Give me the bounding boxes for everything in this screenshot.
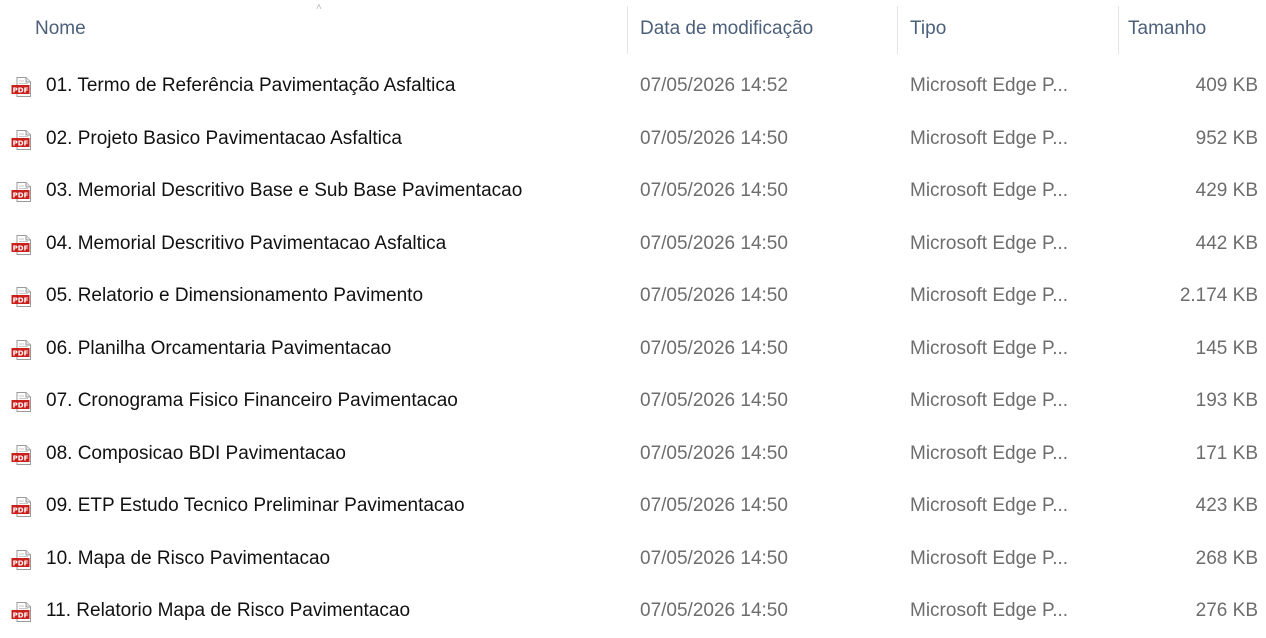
file-type: Microsoft Edge P... — [910, 600, 1069, 621]
svg-text:PDF: PDF — [13, 86, 29, 94]
file-date-modified: 07/05/2026 14:50 — [640, 547, 788, 569]
file-type: Microsoft Edge P... — [910, 285, 1069, 306]
pdf-file-icon: PDF — [11, 129, 33, 150]
file-date-modified: 07/05/2026 14:50 — [640, 127, 788, 149]
file-name[interactable]: 10. Mapa de Risco Pavimentacao — [46, 533, 636, 586]
svg-text:PDF: PDF — [13, 349, 29, 357]
file-name[interactable]: 02. Projeto Basico Pavimentacao Asfaltic… — [46, 113, 636, 166]
file-size: 952 KB — [1195, 127, 1258, 149]
file-row[interactable]: PDF 05. Relatorio e Dimensionamento Pavi… — [0, 270, 1266, 323]
file-date-modified: 07/05/2026 14:52 — [640, 75, 788, 96]
svg-text:PDF: PDF — [13, 296, 29, 304]
file-name[interactable]: 11. Relatorio Mapa de Risco Pavimentacao — [46, 585, 636, 638]
file-date-modified: 07/05/2026 14:50 — [640, 495, 788, 516]
file-date-modified: 07/05/2026 14:50 — [640, 442, 788, 464]
file-size: 268 KB — [1195, 547, 1258, 569]
file-type: Microsoft Edge P... — [910, 127, 1069, 149]
column-header-type[interactable]: Tipo — [910, 0, 1120, 60]
file-name[interactable]: 07. Cronograma Fisico Financeiro Pavimen… — [46, 375, 636, 428]
file-name[interactable]: 03. Memorial Descritivo Base e Sub Base … — [46, 165, 636, 218]
pdf-file-icon: PDF — [11, 497, 33, 517]
pdf-file-icon: PDF — [11, 602, 33, 622]
file-date-modified: 07/05/2026 14:50 — [640, 390, 788, 411]
svg-text:PDF: PDF — [13, 191, 29, 199]
svg-text:PDF: PDF — [13, 139, 29, 147]
svg-text:PDF: PDF — [13, 559, 29, 567]
file-size: 193 KB — [1195, 390, 1258, 411]
file-date-modified: 07/05/2026 14:50 — [640, 600, 788, 621]
file-row[interactable]: PDF 11. Relatorio Mapa de Risco Paviment… — [0, 585, 1266, 638]
file-row[interactable]: PDF 01. Termo de Referência Pavimentação… — [0, 60, 1266, 113]
file-type: Microsoft Edge P... — [910, 442, 1069, 464]
file-size: 423 KB — [1195, 495, 1258, 516]
pdf-file-icon: PDF — [11, 444, 33, 465]
pdf-file-icon: PDF — [11, 549, 33, 570]
column-divider[interactable] — [1118, 6, 1119, 54]
file-type: Microsoft Edge P... — [910, 390, 1069, 411]
file-type: Microsoft Edge P... — [910, 180, 1069, 201]
file-type: Microsoft Edge P... — [910, 337, 1069, 359]
svg-text:PDF: PDF — [13, 244, 29, 252]
pdf-file-icon: PDF — [11, 77, 33, 97]
file-size: 429 KB — [1195, 180, 1258, 201]
file-row[interactable]: PDF 06. Planilha Orcamentaria Pavimentac… — [0, 323, 1266, 376]
pdf-file-icon: PDF — [11, 339, 33, 360]
file-name[interactable]: 04. Memorial Descritivo Pavimentacao Asf… — [46, 218, 636, 271]
file-size: 145 KB — [1195, 337, 1258, 359]
pdf-file-icon: PDF — [11, 287, 33, 307]
column-header-date-modified[interactable]: Data de modificação — [640, 0, 890, 60]
file-row[interactable]: PDF 10. Mapa de Risco Pavimentacao 07/05… — [0, 533, 1266, 586]
file-size: 2.174 KB — [1179, 285, 1258, 306]
pdf-file-icon: PDF — [11, 234, 33, 255]
file-size: 171 KB — [1195, 442, 1258, 464]
pdf-file-icon: PDF — [11, 182, 33, 202]
file-name[interactable]: 08. Composicao BDI Pavimentacao — [46, 428, 636, 481]
file-list: PDF 01. Termo de Referência Pavimentação… — [0, 60, 1266, 638]
pdf-file-icon: PDF — [11, 392, 33, 412]
file-date-modified: 07/05/2026 14:50 — [640, 285, 788, 306]
file-name[interactable]: 06. Planilha Orcamentaria Pavimentacao — [46, 323, 636, 376]
svg-text:PDF: PDF — [13, 401, 29, 409]
file-row[interactable]: PDF 02. Projeto Basico Pavimentacao Asfa… — [0, 113, 1266, 166]
file-row[interactable]: PDF 03. Memorial Descritivo Base e Sub B… — [0, 165, 1266, 218]
file-date-modified: 07/05/2026 14:50 — [640, 232, 788, 254]
file-size: 409 KB — [1195, 75, 1258, 96]
file-date-modified: 07/05/2026 14:50 — [640, 180, 788, 201]
file-name[interactable]: 09. ETP Estudo Tecnico Preliminar Pavime… — [46, 480, 636, 533]
file-name[interactable]: 05. Relatorio e Dimensionamento Paviment… — [46, 270, 636, 323]
file-type: Microsoft Edge P... — [910, 547, 1069, 569]
file-row[interactable]: PDF 04. Memorial Descritivo Pavimentacao… — [0, 218, 1266, 271]
column-header-size[interactable]: Tamanho — [1128, 0, 1258, 60]
file-row[interactable]: PDF 08. Composicao BDI Pavimentacao 07/0… — [0, 428, 1266, 481]
svg-text:PDF: PDF — [13, 454, 29, 462]
svg-text:PDF: PDF — [13, 611, 29, 619]
file-row[interactable]: PDF 07. Cronograma Fisico Financeiro Pav… — [0, 375, 1266, 428]
sort-indicator-icon: ˄ — [316, 2, 323, 13]
file-type: Microsoft Edge P... — [910, 232, 1069, 254]
column-divider[interactable] — [897, 6, 898, 54]
svg-text:PDF: PDF — [13, 506, 29, 514]
file-size: 442 KB — [1195, 232, 1258, 254]
column-header-bar: Nome ˄ Data de modificação Tipo Tamanho — [0, 0, 1266, 60]
file-name[interactable]: 01. Termo de Referência Pavimentação Asf… — [46, 60, 636, 113]
file-date-modified: 07/05/2026 14:50 — [640, 337, 788, 359]
column-divider[interactable] — [627, 6, 628, 54]
file-row[interactable]: PDF 09. ETP Estudo Tecnico Preliminar Pa… — [0, 480, 1266, 533]
file-size: 276 KB — [1195, 600, 1258, 621]
file-type: Microsoft Edge P... — [910, 495, 1069, 516]
file-type: Microsoft Edge P... — [910, 75, 1069, 96]
